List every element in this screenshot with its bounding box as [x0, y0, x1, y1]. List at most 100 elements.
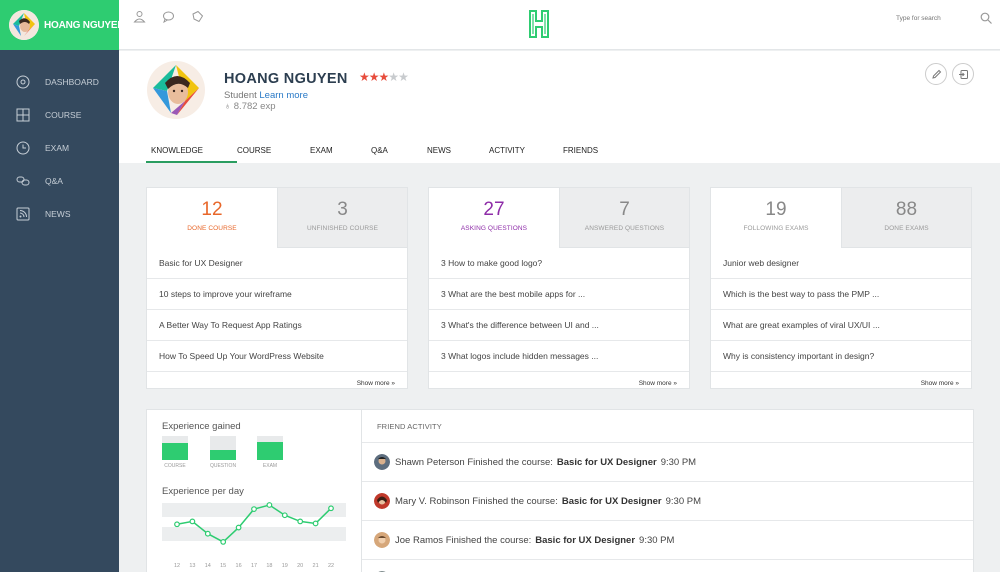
x-tick-label: 19 — [282, 563, 288, 569]
sidebar-nav: DASHBOARD COURSE EXAM Q&A NEWS — [0, 65, 119, 230]
star-icon: ★ — [378, 70, 390, 84]
logout-icon — [958, 69, 968, 79]
exams-card: 19 FOLLOWING EXAMS 88 DONE EXAMS Junior … — [710, 187, 972, 389]
exp-icon: ♁ — [224, 101, 232, 112]
user-icon[interactable] — [133, 10, 146, 23]
clock-icon — [16, 141, 30, 154]
sidebar-item-news[interactable]: NEWS — [0, 197, 119, 230]
activity-time: 9:30 PM — [639, 534, 675, 546]
list-item[interactable]: A Better Way To Request App Ratings — [147, 310, 407, 341]
friend-name[interactable]: Shawn Peterson — [395, 457, 465, 468]
tab-knowledge[interactable]: KNOWLEDGE — [146, 146, 237, 163]
logout-button[interactable] — [952, 63, 974, 85]
sidebar-item-label: EXAM — [45, 142, 70, 153]
list-item[interactable]: How To Speed Up Your WordPress Website — [147, 341, 407, 372]
experience-per-day-title: Experience per day — [162, 486, 244, 497]
sidebar-item-course[interactable]: COURSE — [0, 98, 119, 131]
card-tab-following-exams[interactable]: 19 FOLLOWING EXAMS — [711, 188, 841, 248]
star-icon: ★ — [368, 70, 380, 84]
show-more-link[interactable]: Show more » — [711, 380, 971, 387]
data-point — [266, 502, 273, 508]
tab-qa[interactable]: Q&A — [371, 146, 427, 163]
list-item[interactable]: 3 How to make good logo? — [429, 248, 689, 279]
list-item[interactable]: What are great examples of viral UX/UI .… — [711, 310, 971, 341]
list-item[interactable]: Junior web designer — [711, 248, 971, 279]
avatar — [374, 493, 390, 509]
x-tick-label: 21 — [313, 563, 319, 569]
show-more-link[interactable]: Show more » — [147, 380, 407, 387]
list-item[interactable]: 3 What's the difference between UI and .… — [429, 310, 689, 341]
activity-row[interactable]: Mary V. Robinson Finished the course: Ba… — [362, 482, 973, 521]
stat-label: UNFINISHED COURSE — [306, 225, 379, 232]
card-tab-unfinished-course[interactable]: 3 UNFINISHED COURSE — [277, 188, 407, 248]
card-tab-done-course[interactable]: 12 DONE COURSE — [147, 188, 277, 248]
course-card: 12 DONE COURSE 3 UNFINISHED COURSE Basic… — [146, 187, 408, 389]
x-tick-label: 12 — [174, 563, 180, 569]
friend-name[interactable]: Mary V. Robinson — [395, 496, 470, 507]
friend-activity-panel: FRIEND ACTIVITY Shawn Peterson Finished … — [361, 409, 974, 572]
sidebar-profile-header[interactable]: HOANG NGUYEN — [0, 0, 125, 50]
tab-news[interactable]: NEWS — [427, 146, 489, 163]
search-icon[interactable] — [980, 12, 992, 24]
bar-label: QUESTION — [209, 463, 237, 469]
brand-logo[interactable] — [528, 10, 550, 43]
activity-time: 9:30 PM — [660, 456, 697, 468]
activity-row[interactable]: Shawn Peterson Finished the course: Basi… — [362, 443, 973, 482]
course-link[interactable]: Basic for UX Designer — [535, 535, 635, 546]
data-point — [297, 518, 304, 525]
avatar[interactable] — [9, 10, 39, 40]
tab-exam[interactable]: EXAM — [310, 146, 371, 163]
bar-label: EXAM — [262, 463, 278, 469]
list-item[interactable]: 10 steps to improve your wireframe — [147, 279, 407, 310]
stat-number: 88 — [895, 199, 918, 220]
card-tab-done-exams[interactable]: 88 DONE EXAMS — [841, 188, 971, 248]
tab-friends[interactable]: FRIENDS — [563, 146, 623, 163]
activity-row[interactable] — [362, 560, 973, 572]
search-input[interactable] — [896, 14, 966, 22]
x-tick-label: 20 — [297, 563, 303, 569]
card-tab-asking-questions[interactable]: 27 ASKING QUESTIONS — [429, 188, 559, 248]
profile-name: HOANG NGUYEN — [224, 71, 348, 87]
x-tick-label: 18 — [266, 563, 272, 569]
list-item[interactable]: Why is consistency important in design? — [711, 341, 971, 372]
stat-label: ANSWERED QUESTIONS — [584, 225, 665, 232]
friend-activity-title: FRIEND ACTIVITY — [362, 410, 973, 443]
sidebar-item-dashboard[interactable]: DASHBOARD — [0, 65, 119, 98]
sidebar-item-exam[interactable]: EXAM — [0, 131, 119, 164]
sidebar-item-label: COURSE — [45, 109, 82, 120]
tab-activity[interactable]: ACTIVITY — [489, 146, 563, 163]
message-icon[interactable] — [162, 10, 175, 23]
tab-course[interactable]: COURSE — [237, 146, 310, 163]
bar-fill — [257, 442, 283, 460]
activity-row[interactable]: Joe Ramos Finished the course: Basic for… — [362, 521, 973, 560]
show-more-link[interactable]: Show more » — [429, 380, 689, 387]
profile-role: Student Learn more — [224, 90, 308, 101]
stat-label: ASKING QUESTIONS — [460, 225, 528, 232]
x-tick-label: 16 — [236, 563, 242, 569]
grid-icon — [16, 108, 30, 121]
stat-number: 19 — [765, 199, 787, 220]
notification-icon[interactable] — [191, 10, 204, 23]
stat-label: DONE EXAMS — [884, 225, 929, 232]
role-text: Student — [224, 90, 257, 101]
list-item[interactable]: Which is the best way to pass the PMP ..… — [711, 279, 971, 310]
exp-bar-course — [162, 436, 188, 460]
friend-name[interactable]: Joe Ramos — [395, 535, 443, 546]
experience-panel: Experience gained COURSE QUESTION EXAM E… — [146, 409, 362, 572]
activity-action: Finished the course: — [445, 534, 532, 546]
sidebar-item-qa[interactable]: Q&A — [0, 164, 119, 197]
course-link[interactable]: Basic for UX Designer — [557, 457, 657, 468]
list-item[interactable]: 3 What logos include hidden messages ... — [429, 341, 689, 372]
sidebar-item-label: Q&A — [45, 175, 63, 186]
course-link[interactable]: Basic for UX Designer — [562, 496, 662, 507]
data-point — [220, 539, 227, 545]
card-tab-answered-questions[interactable]: 7 ANSWERED QUESTIONS — [559, 188, 689, 248]
chevron-down-icon: » — [673, 380, 677, 387]
list-item[interactable]: Basic for UX Designer — [147, 248, 407, 279]
search-box — [896, 12, 992, 24]
learn-more-link[interactable]: Learn more — [259, 90, 308, 101]
experience-gained-title: Experience gained — [162, 421, 241, 432]
list-item[interactable]: 3 What are the best mobile apps for ... — [429, 279, 689, 310]
avatar — [374, 532, 390, 548]
edit-button[interactable] — [925, 63, 947, 85]
